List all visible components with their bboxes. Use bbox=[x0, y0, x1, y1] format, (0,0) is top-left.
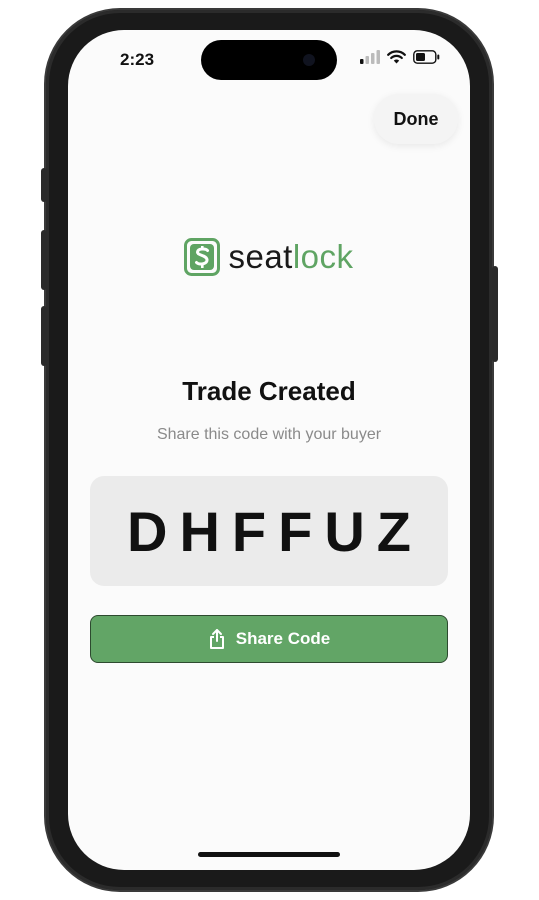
logo-word-seat: seat bbox=[228, 238, 293, 275]
dynamic-island bbox=[201, 40, 337, 80]
seatlock-logo-icon bbox=[184, 238, 221, 276]
trade-code-box: DHFFUZ bbox=[90, 476, 448, 586]
done-button[interactable]: Done bbox=[374, 94, 458, 144]
share-code-button[interactable]: Share Code bbox=[90, 615, 448, 663]
cellular-signal-icon bbox=[360, 50, 380, 64]
logo-wordmark: seatlock bbox=[228, 238, 353, 276]
share-icon bbox=[209, 629, 224, 649]
page-title: Trade Created bbox=[182, 376, 356, 406]
status-time: 2:23 bbox=[120, 50, 155, 69]
logo-word-lock: lock bbox=[292, 238, 354, 275]
trade-code: DHFFUZ bbox=[127, 499, 423, 563]
wifi-icon bbox=[387, 50, 406, 64]
home-indicator[interactable] bbox=[198, 852, 340, 857]
side-button-action bbox=[41, 168, 47, 202]
share-code-label: Share Code bbox=[235, 629, 331, 648]
side-button-volume-down bbox=[41, 306, 47, 366]
seatlock-logo: seatlock bbox=[68, 238, 470, 276]
app-screen: 2:23 Done seatlock Trade Created Share t… bbox=[68, 30, 470, 870]
side-button-power bbox=[492, 266, 498, 362]
side-button-volume-up bbox=[41, 230, 47, 290]
battery-icon bbox=[413, 50, 440, 64]
camera-icon bbox=[303, 54, 315, 66]
status-icons bbox=[360, 50, 440, 64]
page-subtitle: Share this code with your buyer bbox=[156, 426, 382, 443]
